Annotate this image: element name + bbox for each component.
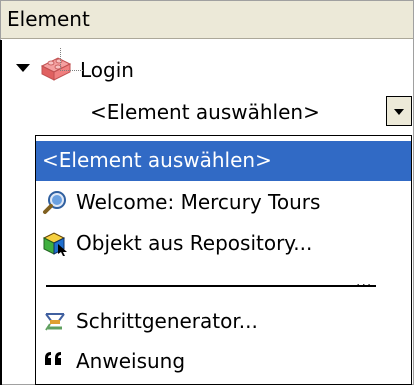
dropdown-item-repository[interactable]: Objekt aus Repository... bbox=[36, 224, 411, 264]
quote-statement-icon bbox=[45, 352, 61, 365]
dropdown-item-statement[interactable]: Anweisung bbox=[36, 342, 411, 382]
tree-node-child-label: <Element auswählen> bbox=[90, 100, 320, 124]
dropdown-item-label: Anweisung bbox=[76, 349, 186, 373]
expand-triangle-icon[interactable] bbox=[16, 64, 30, 72]
dropdown-item-label: <Element auswählen> bbox=[42, 148, 272, 172]
column-header[interactable]: Element bbox=[1, 1, 413, 39]
dropdown-arrow-button[interactable] bbox=[386, 96, 412, 126]
separator-ellipsis: ... bbox=[356, 274, 373, 290]
dropdown-item-label: Welcome: Mercury Tours bbox=[76, 190, 321, 214]
dropdown-item-step-generator[interactable]: Schrittgenerator... bbox=[36, 302, 411, 342]
dropdown-item-label: Schrittgenerator... bbox=[76, 309, 258, 333]
dropdown-item-select-element[interactable]: <Element auswählen> bbox=[36, 141, 411, 181]
step-generator-icon bbox=[45, 313, 65, 331]
tree-node-select-element[interactable]: <Element auswählen> bbox=[0, 94, 414, 134]
browser-page-icon bbox=[43, 191, 66, 214]
tree-node-label: Login bbox=[80, 58, 134, 82]
dropdown-item-label: Objekt aus Repository... bbox=[76, 231, 313, 255]
repository-object-icon bbox=[42, 232, 67, 256]
separator-line bbox=[46, 285, 376, 287]
dropdown-list: <Element auswählen> Welcome: Mercury Tou… bbox=[35, 135, 412, 385]
tree-connector-lines bbox=[60, 48, 83, 71]
dropdown-item-welcome[interactable]: Welcome: Mercury Tours bbox=[36, 183, 411, 223]
column-header-label: Element bbox=[7, 7, 90, 31]
